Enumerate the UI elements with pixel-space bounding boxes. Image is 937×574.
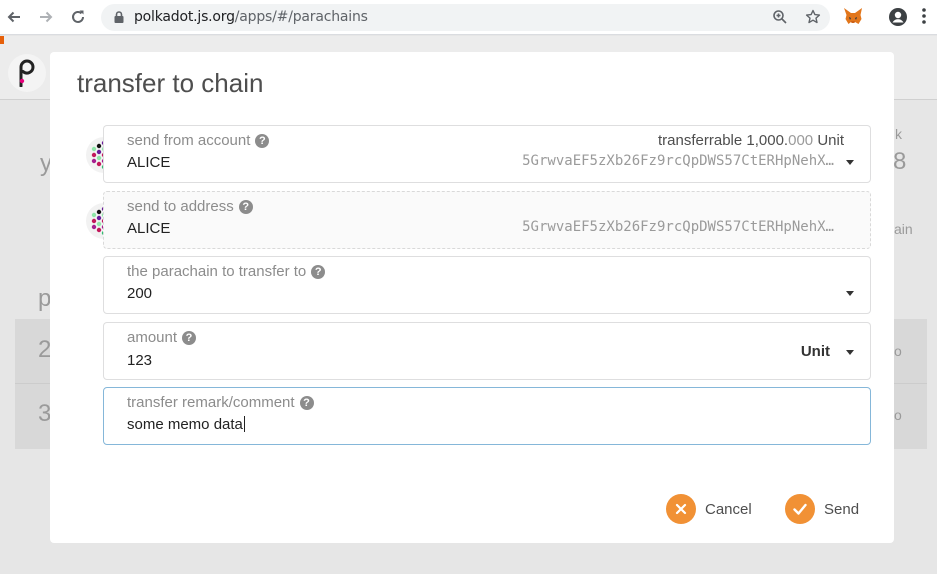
remark-input-wrap[interactable]: some memo data: [127, 416, 245, 433]
dropdown-caret-icon[interactable]: [846, 350, 854, 355]
remark-field[interactable]: transfer remark/comment ? some memo data: [103, 387, 871, 445]
transferrable-int: 1,000.: [746, 132, 789, 149]
transferrable-label: transferrable: [658, 132, 743, 149]
address-bar[interactable]: polkadot.js.org/apps/#/parachains: [101, 4, 830, 31]
amount-field[interactable]: amount ? 123 Unit: [103, 322, 871, 380]
browser-toolbar: polkadot.js.org/apps/#/parachains: [0, 0, 937, 35]
modal-title: transfer to chain: [77, 68, 264, 98]
unit-select[interactable]: Unit: [801, 343, 830, 360]
cancel-button[interactable]: Cancel: [666, 493, 752, 525]
metamask-fox-icon[interactable]: [843, 7, 863, 31]
to-address-label: send to address: [127, 198, 234, 215]
remark-label-wrap: transfer remark/comment ?: [127, 394, 314, 411]
transferrable-decimals: 000: [788, 132, 814, 149]
back-arrow-icon[interactable]: [3, 6, 25, 28]
zoom-icon[interactable]: [772, 9, 788, 30]
text-cursor: [243, 416, 245, 432]
lock-icon: [113, 10, 125, 29]
to-address-label-wrap: send to address ?: [127, 198, 253, 215]
help-icon[interactable]: ?: [182, 330, 197, 345]
cancel-x-icon: [666, 494, 696, 524]
bg-text-fragment: o: [894, 407, 902, 423]
help-icon[interactable]: ?: [299, 395, 314, 410]
remark-label: transfer remark/comment: [127, 394, 295, 411]
bookmark-star-icon[interactable]: [805, 9, 821, 30]
remark-input[interactable]: some memo data: [127, 416, 243, 433]
amount-label-wrap: amount ?: [127, 329, 197, 346]
from-account-address: 5GrwvaEF5zXb26Fz9rcQpDWS57CtERHpNehX…: [522, 153, 834, 169]
url-host: polkadot.js.org: [134, 9, 235, 25]
send-button[interactable]: Send: [785, 493, 859, 525]
help-icon[interactable]: ?: [311, 264, 326, 279]
parachain-label: the parachain to transfer to: [127, 263, 307, 280]
polkadot-logo-icon[interactable]: [8, 54, 46, 92]
amount-input[interactable]: 123: [127, 352, 152, 369]
from-account-label: send from account: [127, 132, 251, 149]
bg-text-fragment: 8: [893, 148, 907, 175]
transfer-modal: transfer to chain send from account ? tr…: [50, 52, 894, 543]
send-check-icon: [785, 494, 815, 524]
forward-arrow-icon[interactable]: [35, 6, 57, 28]
browser-menu-icon[interactable]: [922, 8, 926, 29]
from-account-label-wrap: send from account ?: [127, 132, 270, 149]
bg-text-fragment: o: [894, 343, 902, 359]
help-icon[interactable]: ?: [255, 133, 270, 148]
to-address-field: send to address ? ALICE 5GrwvaEF5zXb26Fz…: [103, 191, 871, 249]
parachain-select[interactable]: the parachain to transfer to ? 200: [103, 256, 871, 314]
to-account-address: 5GrwvaEF5zXb26Fz9rcQpDWS57CtERHpNehX…: [522, 219, 834, 235]
dropdown-caret-icon[interactable]: [846, 291, 854, 296]
dropdown-caret-icon[interactable]: [846, 160, 854, 165]
reload-icon[interactable]: [67, 6, 89, 28]
bg-text-fragment: ain: [894, 221, 913, 237]
to-account-name: ALICE: [127, 220, 171, 237]
url-path: /apps/#/parachains: [234, 9, 368, 25]
url-text: polkadot.js.org/apps/#/parachains: [134, 9, 368, 25]
cancel-label: Cancel: [705, 500, 752, 518]
from-account-select[interactable]: send from account ? transferrable 1,000.…: [103, 125, 871, 183]
profile-avatar-icon[interactable]: [888, 7, 908, 32]
transferrable-unit: Unit: [817, 132, 844, 149]
bg-text-fragment: k: [895, 126, 902, 142]
send-label: Send: [824, 500, 860, 518]
from-account-name: ALICE: [127, 154, 171, 171]
parachain-label-wrap: the parachain to transfer to ?: [127, 263, 326, 280]
app-accent-mark: [0, 36, 4, 44]
parachain-value: 200: [127, 285, 153, 302]
amount-label: amount: [127, 329, 178, 346]
help-icon[interactable]: ?: [238, 199, 253, 214]
transferrable-balance: transferrable 1,000.000 Unit: [658, 132, 844, 149]
